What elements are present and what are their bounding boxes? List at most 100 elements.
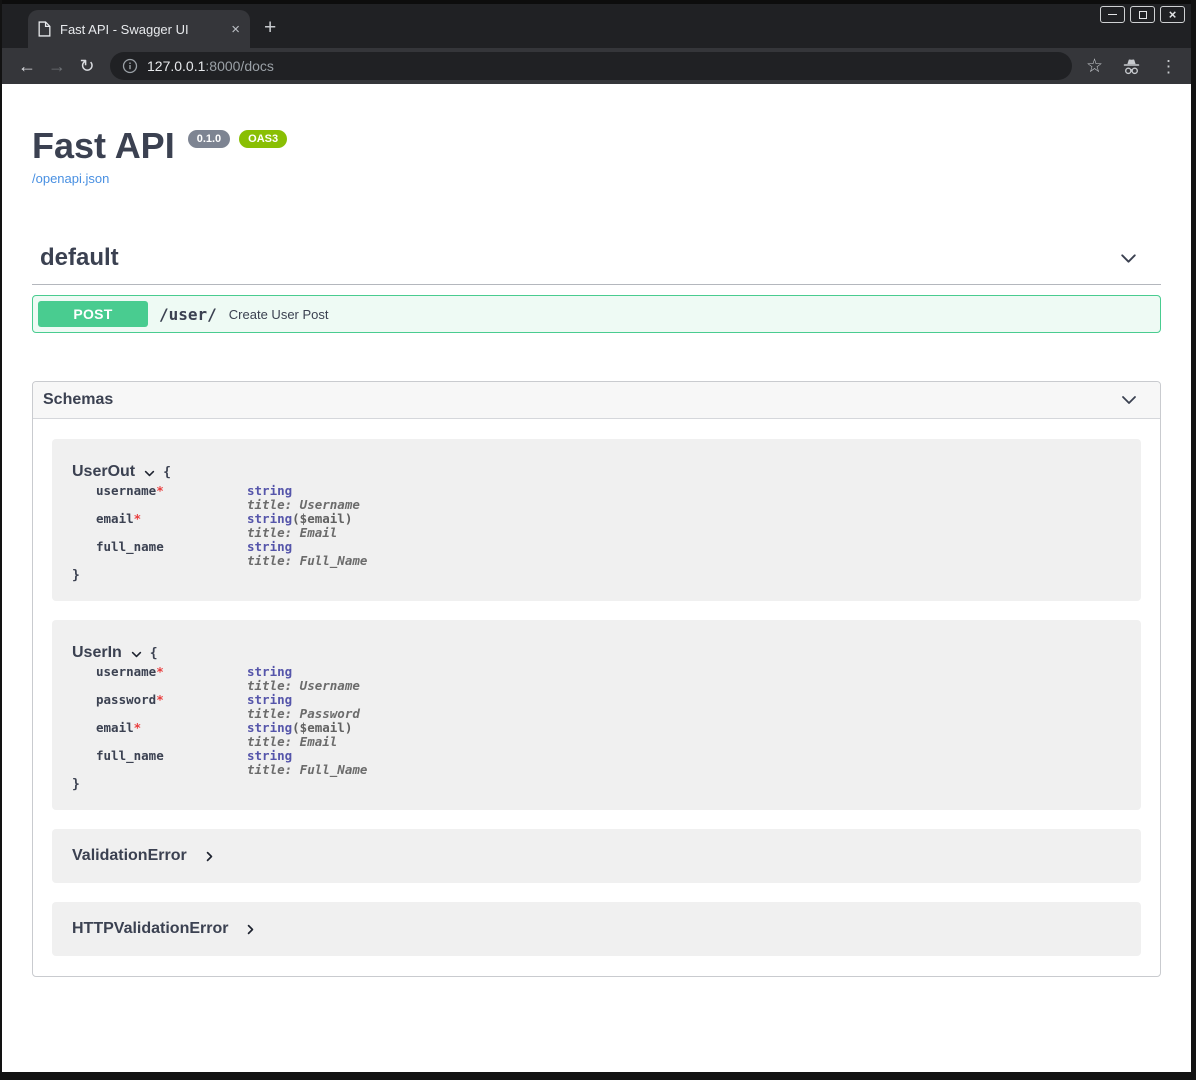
method-badge-post: POST <box>38 301 148 327</box>
address-bar[interactable]: 127.0.0.1:8000/docs <box>110 52 1072 80</box>
model-name: HTTPValidationError <box>72 920 228 938</box>
schemas-section: Schemas UserOut { <box>32 381 1161 977</box>
maximize-icon <box>1139 11 1147 19</box>
property-row: password* string title: Password <box>96 693 367 721</box>
required-star: * <box>156 483 164 498</box>
model-name: UserOut <box>72 463 135 481</box>
property-title: title: Full_Name <box>247 763 367 777</box>
page-title: Fast API 0.1.0 OAS3 <box>32 128 1161 164</box>
bookmark-star-icon[interactable]: ☆ <box>1086 57 1103 76</box>
api-title-text: Fast API <box>32 128 175 164</box>
required-star: * <box>134 511 142 526</box>
browser-toolbar: ← → ↻ 127.0.0.1:8000/docs ☆ ⋮ <box>2 48 1191 84</box>
required-star: * <box>156 664 164 679</box>
property-title: title: Username <box>247 498 367 512</box>
forward-button[interactable]: → <box>42 57 72 75</box>
opblock-post-user[interactable]: POST /user/ Create User Post <box>32 295 1161 333</box>
endpoint-summary: Create User Post <box>229 307 329 322</box>
minimize-button[interactable] <box>1100 6 1125 23</box>
close-button[interactable]: × <box>1160 6 1185 23</box>
browser-window: Fast API - Swagger UI × + × ← → ↻ 127.0.… <box>2 0 1191 1072</box>
chevron-down-icon[interactable] <box>143 467 156 480</box>
url-text[interactable]: 127.0.0.1:8000/docs <box>147 58 274 74</box>
window-controls: × <box>1100 6 1185 23</box>
property-name: username <box>96 483 156 498</box>
browser-tab[interactable]: Fast API - Swagger UI × <box>28 10 250 48</box>
property-title: title: Email <box>247 735 367 749</box>
site-info-icon[interactable] <box>122 58 138 74</box>
minimize-icon <box>1108 14 1117 15</box>
model-validationerror-toggle[interactable]: ValidationError <box>72 847 1121 865</box>
incognito-icon <box>1121 57 1142 76</box>
close-brace: } <box>72 777 1121 792</box>
model-name: UserIn <box>72 644 122 662</box>
tag-section-default: default POST /user/ Create User Post <box>32 244 1161 333</box>
required-star: * <box>156 692 164 707</box>
toolbar-right: ☆ ⋮ <box>1086 57 1177 76</box>
url-path: :8000/docs <box>205 58 274 74</box>
property-type: string <box>247 720 292 735</box>
close-icon: × <box>1169 8 1177 21</box>
property-type: string <box>247 692 292 707</box>
property-row: email* string($email) title: Email <box>96 512 367 540</box>
chevron-right-icon[interactable] <box>203 850 216 863</box>
model-validationerror: ValidationError <box>52 829 1141 883</box>
property-format: ($email) <box>292 511 352 526</box>
property-type: string <box>247 483 292 498</box>
model-userout-toggle[interactable]: UserOut { <box>72 463 1121 481</box>
chevron-down-icon[interactable] <box>1119 390 1139 410</box>
url-host: 127.0.0.1 <box>147 58 205 74</box>
swagger-page: Fast API 0.1.0 OAS3 /openapi.json defaul… <box>2 84 1191 1072</box>
property-row: username* string title: Username <box>96 665 367 693</box>
new-tab-button[interactable]: + <box>264 17 276 38</box>
property-format: ($email) <box>292 720 352 735</box>
open-brace: { <box>150 646 158 661</box>
required-star: * <box>134 720 142 735</box>
browser-menu-icon[interactable]: ⋮ <box>1160 58 1177 75</box>
property-type: string <box>247 511 292 526</box>
open-brace: { <box>163 465 171 480</box>
back-button[interactable]: ← <box>12 57 42 75</box>
property-name: email <box>96 511 134 526</box>
maximize-button[interactable] <box>1130 6 1155 23</box>
property-name: full_name <box>96 748 164 763</box>
property-name: username <box>96 664 156 679</box>
page-favicon-icon <box>38 21 51 37</box>
property-type: string <box>247 664 292 679</box>
tag-divider <box>32 284 1161 285</box>
schemas-title: Schemas <box>43 391 113 409</box>
property-name: full_name <box>96 539 164 554</box>
model-properties: username* string title: Username email* … <box>96 484 367 568</box>
chevron-down-icon[interactable] <box>130 648 143 661</box>
property-row: email* string($email) title: Email <box>96 721 367 749</box>
tag-name: default <box>40 244 119 272</box>
endpoint-path: /user/ <box>159 305 217 324</box>
model-httpvalidationerror: HTTPValidationError <box>52 902 1141 956</box>
property-type: string <box>247 748 292 763</box>
property-row: full_name string title: Full_Name <box>96 540 367 568</box>
property-name: password <box>96 692 156 707</box>
property-type: string <box>247 539 292 554</box>
model-httpvalidationerror-toggle[interactable]: HTTPValidationError <box>72 920 1121 938</box>
model-userin-toggle[interactable]: UserIn { <box>72 644 1121 662</box>
chevron-down-icon[interactable] <box>1118 248 1139 269</box>
model-name: ValidationError <box>72 847 187 865</box>
model-userout: UserOut { username* string title: Userna… <box>52 439 1141 601</box>
property-row: full_name string title: Full_Name <box>96 749 367 777</box>
schemas-header[interactable]: Schemas <box>33 382 1160 419</box>
tab-title: Fast API - Swagger UI <box>60 22 223 37</box>
property-row: username* string title: Username <box>96 484 367 512</box>
tag-default-header[interactable]: default <box>32 244 1161 272</box>
reload-button[interactable]: ↻ <box>72 57 102 75</box>
chevron-right-icon[interactable] <box>244 923 257 936</box>
property-name: email <box>96 720 134 735</box>
version-badge: 0.1.0 <box>188 130 230 148</box>
openapi-json-link[interactable]: /openapi.json <box>32 171 109 186</box>
tab-strip: Fast API - Swagger UI × + × <box>2 0 1191 48</box>
property-title: title: Username <box>247 679 367 693</box>
tab-close-icon[interactable]: × <box>231 22 240 37</box>
model-properties: username* string title: Username passwor… <box>96 665 367 777</box>
property-title: title: Full_Name <box>247 554 367 568</box>
property-title: title: Email <box>247 526 367 540</box>
model-userin: UserIn { username* string title: Usernam… <box>52 620 1141 810</box>
